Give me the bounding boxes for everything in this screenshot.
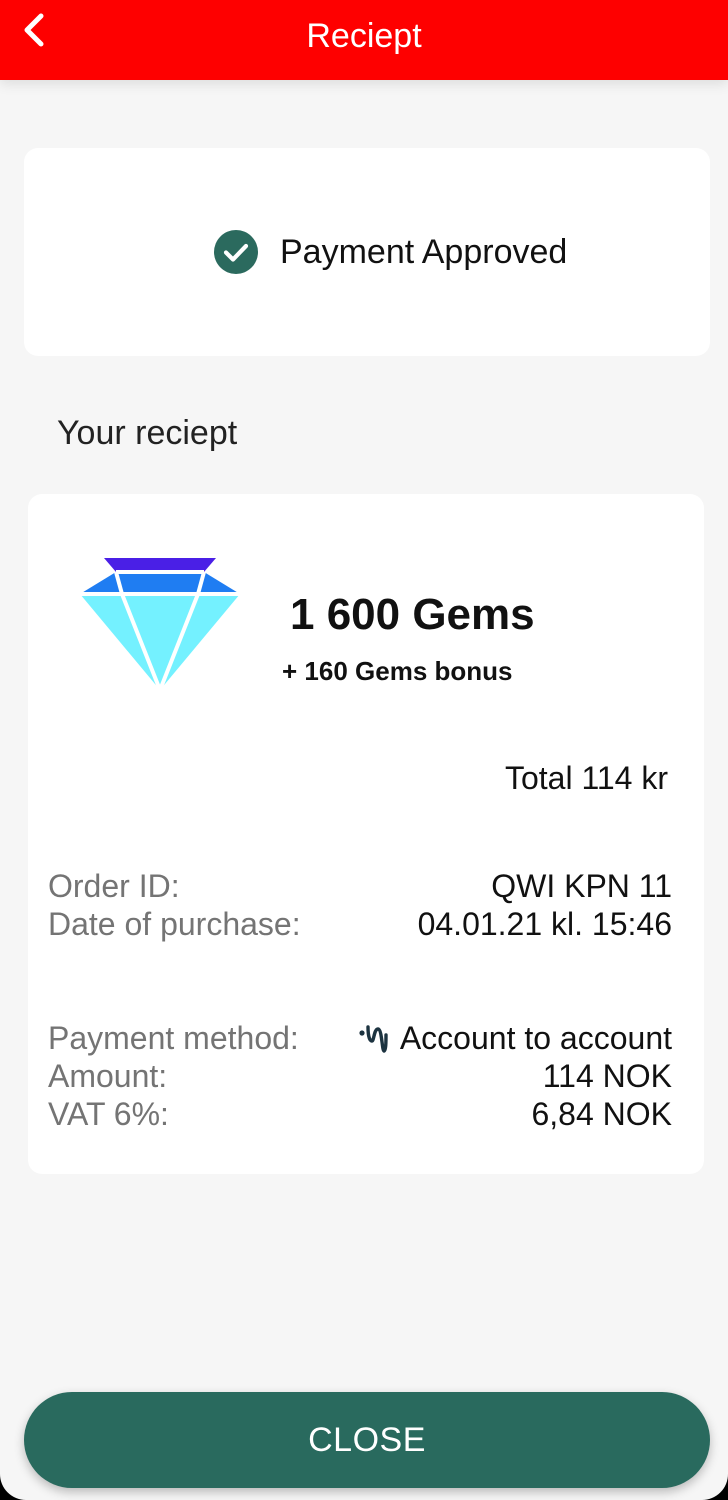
receipt-card: 1 600 Gems + 160 Gems bonus Total 114 kr…	[28, 494, 704, 1174]
amount-label: Amount:	[48, 1058, 168, 1094]
order-id-value: QWI KPN 11	[491, 868, 672, 904]
payment-method-value-wrap: Account to account	[358, 1020, 672, 1057]
close-button[interactable]: CLOSE	[24, 1392, 710, 1488]
transfer-icon	[359, 1024, 388, 1053]
order-id-row: Order ID: QWI KPN 11	[48, 868, 672, 908]
purchase-date-value: 04.01.21 kl. 15:46	[417, 906, 672, 942]
payment-status: Payment Approved	[214, 230, 567, 274]
product-bonus: + 160 Gems bonus	[282, 656, 513, 686]
receipt-heading: Your reciept	[57, 414, 238, 452]
amount-row: Amount: 114 NOK	[48, 1058, 672, 1098]
check-circle-icon	[214, 230, 258, 274]
screen: Reciept Payment Approved Your reciept 1 …	[0, 0, 728, 1500]
payment-method-label: Payment method:	[48, 1020, 299, 1056]
payment-method-row: Payment method: Account to account	[48, 1020, 672, 1060]
purchase-date-row: Date of purchase: 04.01.21 kl. 15:46	[48, 906, 672, 946]
vat-value: 6,84 NOK	[531, 1096, 672, 1132]
diamond-gem-icon	[80, 558, 240, 690]
vat-row: VAT 6%: 6,84 NOK	[48, 1096, 672, 1136]
vat-label: VAT 6%:	[48, 1096, 169, 1132]
payment-status-card: Payment Approved	[24, 148, 710, 356]
payment-method-value: Account to account	[399, 1020, 672, 1056]
product-title: 1 600 Gems	[290, 590, 535, 639]
close-button-label: CLOSE	[308, 1420, 426, 1459]
order-total: Total 114 kr	[504, 760, 668, 796]
purchase-date-label: Date of purchase:	[48, 906, 301, 942]
app-bar: Reciept	[0, 0, 728, 80]
amount-value: 114 NOK	[542, 1058, 672, 1094]
page-title: Reciept	[306, 17, 422, 55]
order-id-label: Order ID:	[48, 868, 180, 904]
payment-status-text: Payment Approved	[280, 232, 568, 271]
